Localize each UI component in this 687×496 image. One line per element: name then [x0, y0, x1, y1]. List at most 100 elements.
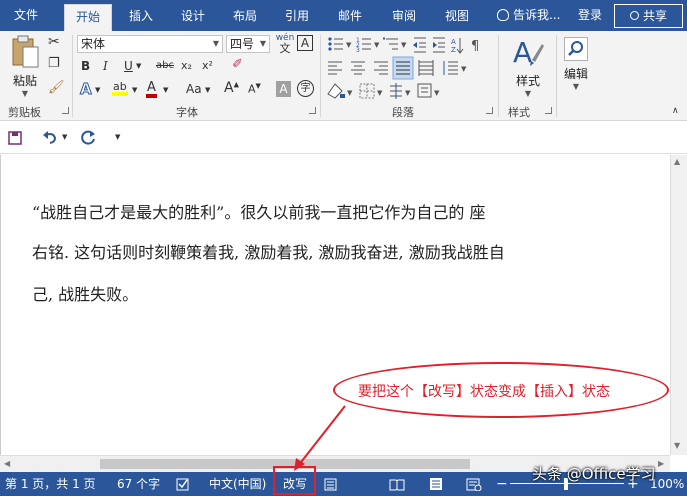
redo-icon[interactable]: [81, 130, 97, 146]
save-icon[interactable]: [8, 131, 22, 145]
paragraph-launcher-icon[interactable]: [486, 107, 493, 114]
bold-button[interactable]: B: [81, 60, 90, 72]
shading-icon[interactable]: [327, 83, 345, 99]
editing-button[interactable]: 编辑 ▼: [560, 35, 592, 95]
clipboard-icon: [12, 35, 39, 68]
vertical-scrollbar[interactable]: ▲ ▼: [670, 155, 687, 455]
page-count[interactable]: 第 1 页，共 1 页: [5, 472, 96, 496]
cut-icon[interactable]: ✂: [48, 35, 60, 49]
paragraph-mark-icon[interactable]: ¶: [471, 39, 479, 54]
chevron-down-icon[interactable]: ▼: [136, 63, 141, 70]
chevron-down-icon[interactable]: ▼: [401, 41, 407, 49]
distributed-icon[interactable]: [418, 60, 434, 76]
align-right-icon[interactable]: [374, 61, 388, 75]
tab-home[interactable]: 开始: [64, 4, 112, 31]
char-shading-button[interactable]: A: [276, 81, 291, 97]
asian-layout-icon[interactable]: [417, 83, 432, 98]
paste-button[interactable]: 粘贴 ▼: [6, 35, 44, 98]
document-line[interactable]: “战胜自己才是最大的胜利”。很久以前我一直把它作为自己的 座: [32, 203, 485, 223]
group-label-paragraph: 段落: [392, 106, 414, 119]
char-border-icon[interactable]: A: [297, 35, 313, 51]
chevron-down-icon[interactable]: ▼: [132, 87, 137, 94]
styles-icon: A: [513, 36, 544, 69]
font-color-button[interactable]: A: [146, 81, 157, 98]
tab-references[interactable]: 引用: [274, 4, 320, 31]
macro-record-icon[interactable]: [324, 478, 338, 491]
shrink-font-button[interactable]: A▼: [248, 83, 261, 95]
tell-me-box[interactable]: 告诉我...: [497, 0, 560, 31]
chevron-down-icon[interactable]: ▼: [374, 41, 380, 49]
chevron-down-icon[interactable]: ▼: [346, 41, 352, 49]
zoom-out-button[interactable]: −: [496, 472, 508, 496]
align-center-icon[interactable]: [351, 61, 365, 75]
change-case-button[interactable]: Aa: [186, 83, 202, 95]
clipboard-launcher-icon[interactable]: [62, 107, 69, 114]
scroll-down-icon[interactable]: ▼: [674, 441, 680, 450]
tab-design[interactable]: 设计: [170, 4, 216, 31]
chevron-down-icon[interactable]: ▼: [377, 89, 383, 97]
format-painter-icon[interactable]: 🖌: [48, 81, 65, 94]
tab-review[interactable]: 审阅: [381, 4, 427, 31]
increase-indent-icon[interactable]: [433, 37, 445, 53]
tab-insert[interactable]: 插入: [118, 4, 164, 31]
read-mode-icon[interactable]: [389, 478, 405, 491]
grow-font-button[interactable]: A▲: [224, 81, 239, 95]
subscript-button[interactable]: x₂: [181, 60, 192, 71]
collapse-ribbon-icon[interactable]: ∧: [672, 107, 679, 116]
chevron-down-icon[interactable]: ▼: [405, 89, 411, 97]
superscript-button[interactable]: x²: [202, 60, 213, 71]
document-line[interactable]: 己, 战胜失败。: [32, 285, 138, 305]
share-button[interactable]: 共享: [614, 4, 683, 28]
font-size-combo[interactable]: 四号 ▼: [226, 35, 270, 53]
chevron-down-icon[interactable]: ▼: [163, 87, 168, 94]
scroll-right-icon[interactable]: ▶: [658, 459, 664, 468]
borders-icon[interactable]: [359, 83, 375, 99]
print-layout-icon[interactable]: [428, 477, 444, 491]
copy-icon[interactable]: ❐: [48, 57, 60, 70]
document-line[interactable]: 右铭. 这句话则时刻鞭策着我, 激励着我, 激励我奋进, 激励我战胜自: [32, 243, 505, 263]
numbering-icon[interactable]: 123: [356, 37, 371, 54]
font-name-combo[interactable]: 宋体 ▼: [77, 35, 223, 53]
chevron-down-icon[interactable]: ▼: [62, 134, 67, 141]
scroll-up-icon[interactable]: ▲: [674, 157, 680, 166]
chinese-layout-icon[interactable]: [390, 83, 402, 99]
tab-file[interactable]: 文件: [0, 0, 52, 31]
line-spacing-icon[interactable]: [443, 61, 458, 75]
text-effects-button[interactable]: A: [80, 81, 93, 97]
styles-button[interactable]: A 样式 ▼: [506, 35, 550, 99]
chevron-down-icon[interactable]: ▼: [434, 89, 440, 97]
editing-label: 编辑: [563, 67, 588, 81]
strikethrough-button[interactable]: abc: [156, 61, 174, 71]
phonetic-guide-icon[interactable]: wén 文: [275, 34, 295, 55]
undo-icon[interactable]: [41, 130, 59, 146]
sort-icon[interactable]: AZ: [451, 38, 464, 54]
login-link[interactable]: 登录: [578, 0, 602, 31]
proofing-icon[interactable]: [176, 478, 190, 491]
chevron-down-icon[interactable]: ▼: [347, 89, 353, 97]
clear-format-icon[interactable]: ✐: [232, 58, 243, 71]
highlight-button[interactable]: ab: [112, 81, 128, 96]
word-count[interactable]: 67 个字: [117, 472, 160, 496]
web-layout-icon[interactable]: [466, 478, 482, 491]
bullets-icon[interactable]: [328, 37, 343, 51]
chevron-down-icon[interactable]: ▼: [95, 87, 100, 94]
language-indicator[interactable]: 中文(中国): [209, 472, 266, 496]
enclose-chars-button[interactable]: 字: [297, 80, 314, 97]
tab-mailings[interactable]: 邮件: [327, 4, 373, 31]
tab-view[interactable]: 视图: [434, 4, 480, 31]
customize-qat-icon[interactable]: ▼: [115, 134, 120, 141]
italic-button[interactable]: I: [103, 60, 108, 72]
scroll-left-icon[interactable]: ◀: [4, 459, 10, 468]
multilevel-list-icon[interactable]: [383, 37, 398, 50]
align-left-icon[interactable]: [328, 61, 342, 75]
shrink-font-glyph: A: [248, 82, 256, 96]
chevron-down-icon[interactable]: ▼: [461, 65, 467, 73]
share-label: 共享: [642, 9, 667, 23]
styles-launcher-icon[interactable]: [545, 107, 552, 114]
decrease-indent-icon[interactable]: [413, 37, 426, 53]
chevron-down-icon[interactable]: ▼: [205, 87, 210, 94]
group-separator: [72, 35, 73, 117]
underline-button[interactable]: U: [124, 60, 133, 72]
font-launcher-icon[interactable]: [309, 107, 316, 114]
tab-layout[interactable]: 布局: [222, 4, 268, 31]
